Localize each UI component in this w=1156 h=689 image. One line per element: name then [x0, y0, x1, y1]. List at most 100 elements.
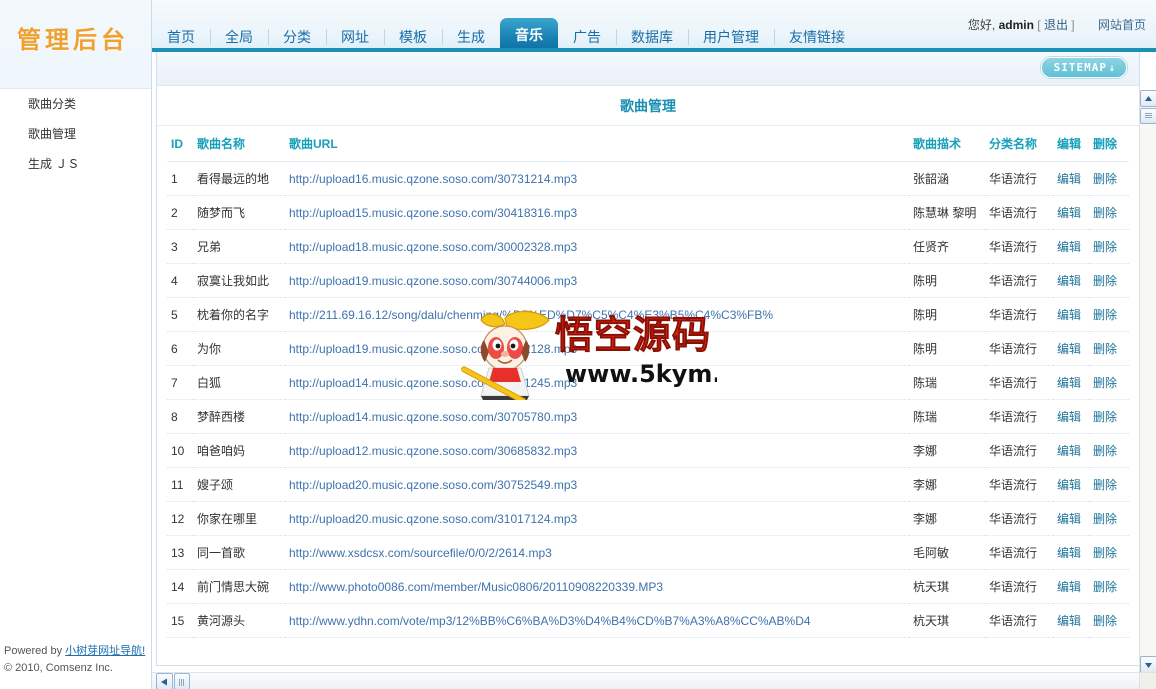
delete-link[interactable]: 删除	[1089, 501, 1129, 536]
cell-url[interactable]: http://upload18.music.qzone.soso.com/300…	[285, 229, 909, 264]
cell-url[interactable]: http://upload15.music.qzone.soso.com/304…	[285, 195, 909, 230]
cell-url[interactable]: http://upload12.music.qzone.soso.com/306…	[285, 433, 909, 468]
delete-link[interactable]: 删除	[1089, 603, 1129, 638]
scroll-left-button[interactable]	[156, 673, 173, 689]
edit-link[interactable]: 编辑	[1053, 399, 1089, 434]
delete-link-anchor[interactable]: 删除	[1093, 240, 1117, 254]
delete-link[interactable]: 删除	[1089, 195, 1129, 230]
cell-url[interactable]: http://upload14.music.qzone.soso.com/307…	[285, 365, 909, 400]
cell-url[interactable]: http://upload19.music.qzone.soso.com/307…	[285, 331, 909, 366]
cell-url-anchor[interactable]: http://www.photo0086.com/member/Music080…	[289, 580, 663, 594]
delete-link[interactable]: 删除	[1089, 263, 1129, 298]
edit-link[interactable]: 编辑	[1053, 297, 1089, 332]
delete-link-anchor[interactable]: 删除	[1093, 410, 1117, 424]
edit-link[interactable]: 编辑	[1053, 535, 1089, 570]
delete-link-anchor[interactable]: 删除	[1093, 342, 1117, 356]
edit-link[interactable]: 编辑	[1053, 467, 1089, 502]
cell-url[interactable]: http://www.photo0086.com/member/Music080…	[285, 569, 909, 604]
cell-url-anchor[interactable]: http://upload14.music.qzone.soso.com/307…	[289, 410, 577, 424]
delete-link-anchor[interactable]: 删除	[1093, 206, 1117, 220]
logout-link[interactable]: 退出	[1044, 18, 1068, 32]
sidebar-item-song-category[interactable]: 歌曲分类	[0, 89, 151, 119]
edit-link[interactable]: 编辑	[1053, 501, 1089, 536]
delete-link-anchor[interactable]: 删除	[1093, 614, 1117, 628]
cell-url-anchor[interactable]: http://upload19.music.qzone.soso.com/307…	[289, 342, 577, 356]
delete-link[interactable]: 删除	[1089, 433, 1129, 468]
edit-link-anchor[interactable]: 编辑	[1057, 206, 1081, 220]
delete-link[interactable]: 删除	[1089, 365, 1129, 400]
cell-url-anchor[interactable]: http://upload16.music.qzone.soso.com/307…	[289, 172, 577, 186]
delete-link-anchor[interactable]: 删除	[1093, 546, 1117, 560]
th-category[interactable]: 分类名称	[985, 126, 1053, 162]
delete-link[interactable]: 删除	[1089, 467, 1129, 502]
edit-link-anchor[interactable]: 编辑	[1057, 172, 1081, 186]
delete-link-anchor[interactable]: 删除	[1093, 274, 1117, 288]
cell-url-anchor[interactable]: http://upload20.music.qzone.soso.com/310…	[289, 512, 577, 526]
cell-url-anchor[interactable]: http://211.69.16.12/song/dalu/chenming/%…	[289, 308, 773, 322]
edit-link[interactable]: 编辑	[1053, 569, 1089, 604]
delete-link-anchor[interactable]: 删除	[1093, 512, 1117, 526]
cell-url-anchor[interactable]: http://upload14.music.qzone.soso.com/307…	[289, 376, 577, 390]
edit-link[interactable]: 编辑	[1053, 263, 1089, 298]
delete-link-anchor[interactable]: 删除	[1093, 172, 1117, 186]
edit-link-anchor[interactable]: 编辑	[1057, 546, 1081, 560]
sitemap-button[interactable]: SITEMAP ↓	[1040, 57, 1127, 78]
scroll-up-button[interactable]	[1140, 90, 1156, 107]
cell-url-anchor[interactable]: http://www.xsdcsx.com/sourcefile/0/0/2/2…	[289, 546, 552, 560]
delete-link[interactable]: 删除	[1089, 161, 1129, 196]
cell-url-anchor[interactable]: http://upload12.music.qzone.soso.com/306…	[289, 444, 577, 458]
edit-link-anchor[interactable]: 编辑	[1057, 342, 1081, 356]
cell-url[interactable]: http://upload20.music.qzone.soso.com/310…	[285, 501, 909, 536]
cell-url[interactable]: http://upload14.music.qzone.soso.com/307…	[285, 399, 909, 434]
edit-link[interactable]: 编辑	[1053, 195, 1089, 230]
cell-url-anchor[interactable]: http://upload18.music.qzone.soso.com/300…	[289, 240, 577, 254]
delete-link[interactable]: 删除	[1089, 331, 1129, 366]
edit-link-anchor[interactable]: 编辑	[1057, 444, 1081, 458]
delete-link-anchor[interactable]: 删除	[1093, 308, 1117, 322]
delete-link[interactable]: 删除	[1089, 535, 1129, 570]
sidebar-item-song-manage[interactable]: 歌曲管理	[0, 119, 151, 149]
horizontal-scrollbar-thumb[interactable]	[174, 673, 190, 689]
delete-link-anchor[interactable]: 删除	[1093, 478, 1117, 492]
delete-link[interactable]: 删除	[1089, 569, 1129, 604]
th-id[interactable]: ID	[167, 126, 193, 162]
cell-url-anchor[interactable]: http://upload20.music.qzone.soso.com/307…	[289, 478, 577, 492]
edit-link[interactable]: 编辑	[1053, 365, 1089, 400]
nav-item-music[interactable]: 音乐	[500, 18, 558, 52]
th-url[interactable]: 歌曲URL	[285, 126, 909, 162]
cell-url-anchor[interactable]: http://upload15.music.qzone.soso.com/304…	[289, 206, 577, 220]
delete-link-anchor[interactable]: 删除	[1093, 580, 1117, 594]
edit-link[interactable]: 编辑	[1053, 331, 1089, 366]
delete-link-anchor[interactable]: 删除	[1093, 376, 1117, 390]
edit-link-anchor[interactable]: 编辑	[1057, 240, 1081, 254]
edit-link-anchor[interactable]: 编辑	[1057, 308, 1081, 322]
edit-link[interactable]: 编辑	[1053, 603, 1089, 638]
th-name[interactable]: 歌曲名称	[193, 126, 285, 162]
delete-link-anchor[interactable]: 删除	[1093, 444, 1117, 458]
vertical-scrollbar[interactable]	[1139, 90, 1156, 673]
sidebar-item-generate-js[interactable]: 生成 ＪＳ	[0, 149, 151, 179]
site-home-link[interactable]: 网站首页	[1098, 18, 1146, 32]
delete-link[interactable]: 删除	[1089, 229, 1129, 264]
edit-link-anchor[interactable]: 编辑	[1057, 274, 1081, 288]
cell-url[interactable]: http://www.xsdcsx.com/sourcefile/0/0/2/2…	[285, 535, 909, 570]
cell-url[interactable]: http://upload16.music.qzone.soso.com/307…	[285, 161, 909, 196]
edit-link-anchor[interactable]: 编辑	[1057, 478, 1081, 492]
th-desc[interactable]: 歌曲描术	[909, 126, 985, 162]
edit-link-anchor[interactable]: 编辑	[1057, 376, 1081, 390]
edit-link[interactable]: 编辑	[1053, 433, 1089, 468]
footer-brand-link[interactable]: 小树芽网址导航!	[65, 645, 145, 657]
delete-link[interactable]: 删除	[1089, 297, 1129, 332]
edit-link[interactable]: 编辑	[1053, 161, 1089, 196]
edit-link-anchor[interactable]: 编辑	[1057, 512, 1081, 526]
cell-url[interactable]: http://211.69.16.12/song/dalu/chenming/%…	[285, 297, 909, 332]
vertical-scrollbar-thumb[interactable]	[1140, 108, 1156, 124]
edit-link-anchor[interactable]: 编辑	[1057, 580, 1081, 594]
edit-link[interactable]: 编辑	[1053, 229, 1089, 264]
cell-url[interactable]: http://upload20.music.qzone.soso.com/307…	[285, 467, 909, 502]
cell-url-anchor[interactable]: http://upload19.music.qzone.soso.com/307…	[289, 274, 577, 288]
cell-url-anchor[interactable]: http://www.ydhn.com/vote/mp3/12%BB%C6%BA…	[289, 614, 811, 628]
horizontal-scrollbar[interactable]	[152, 672, 1140, 689]
cell-url[interactable]: http://upload19.music.qzone.soso.com/307…	[285, 263, 909, 298]
edit-link-anchor[interactable]: 编辑	[1057, 410, 1081, 424]
